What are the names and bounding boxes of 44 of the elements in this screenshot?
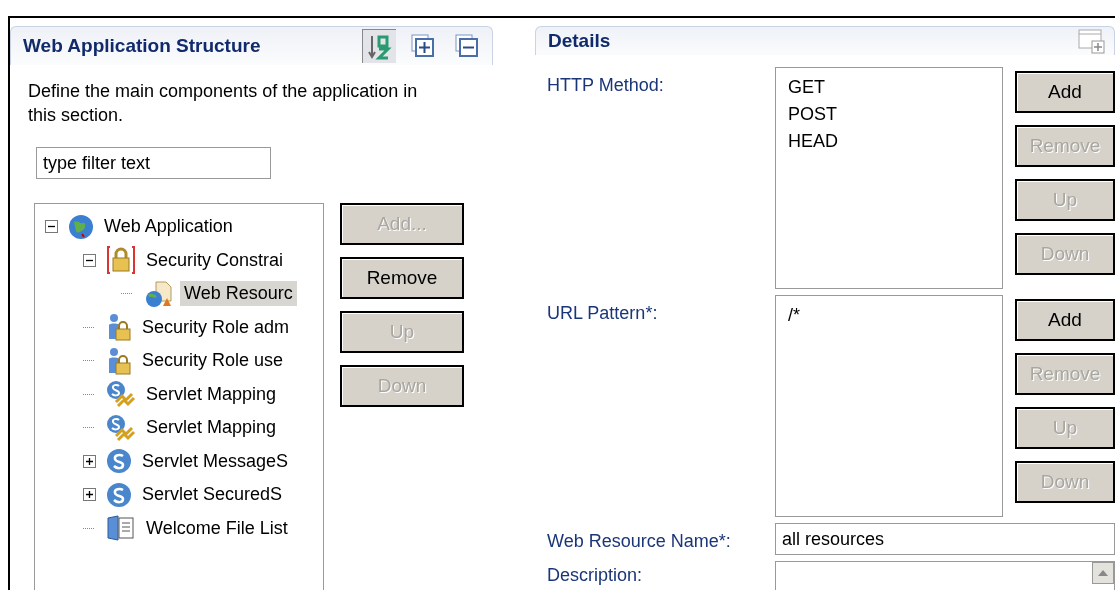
user-lock-icon [106,346,132,375]
scroll-up-icon[interactable] [1092,562,1114,584]
button[interactable]: Add [1015,299,1115,341]
tree-item[interactable]: Web Resourc [180,281,297,307]
tree-item[interactable]: Servlet Mapping [142,415,281,441]
file-list-icon [106,514,136,543]
tree-item[interactable]: Security Role adm [138,314,294,340]
web-resource-icon [144,279,174,308]
filter-field[interactable]: type filter text [36,147,271,179]
expand-icon[interactable] [83,454,96,468]
tree-item[interactable]: Servlet Mapping [142,381,281,407]
list-item[interactable]: HEAD [788,128,990,155]
field-label: Description: [547,564,644,587]
list-box[interactable]: GET POST HEAD [775,67,1003,289]
section-description: Define the main components of the application in this section. [28,80,419,127]
globe-icon [68,213,94,240]
section-title: Details [548,30,611,52]
servlet-icon [106,481,132,508]
list-item[interactable]: /* [788,302,990,329]
button[interactable]: Remove [340,257,464,299]
name-field[interactable]: all resources [775,523,1115,555]
list-item[interactable]: GET [788,74,990,101]
button[interactable]: Add [1015,71,1115,113]
lock-icon [106,245,136,276]
field-label: URL Pattern*: [547,302,659,325]
collapse-icon[interactable] [83,253,96,267]
list-item[interactable]: POST [788,101,990,128]
section-title: Web Application Structure [23,35,261,57]
tree-item[interactable]: Servlet SecuredS [138,482,287,508]
expand-icon[interactable] [83,488,96,502]
user-lock-icon [106,313,132,342]
servlet-icon [106,448,132,475]
tree-item[interactable]: Security Constrai [142,247,288,273]
collapse-icon[interactable] [45,220,58,234]
servlet-mapping-icon [106,380,136,409]
sort-icon[interactable] [362,29,396,63]
list-box[interactable]: /* [775,295,1003,517]
tree-item[interactable]: Security Role use [138,348,288,374]
tree-item[interactable]: Servlet MessageS [138,448,293,474]
field-label: HTTP Method: [547,74,665,97]
servlet-mapping-icon [106,413,136,442]
tree-item[interactable]: Welcome File List [142,515,292,541]
field-label: Web Resource Name*: [547,530,732,553]
tree-item[interactable]: Web Application [100,214,237,240]
